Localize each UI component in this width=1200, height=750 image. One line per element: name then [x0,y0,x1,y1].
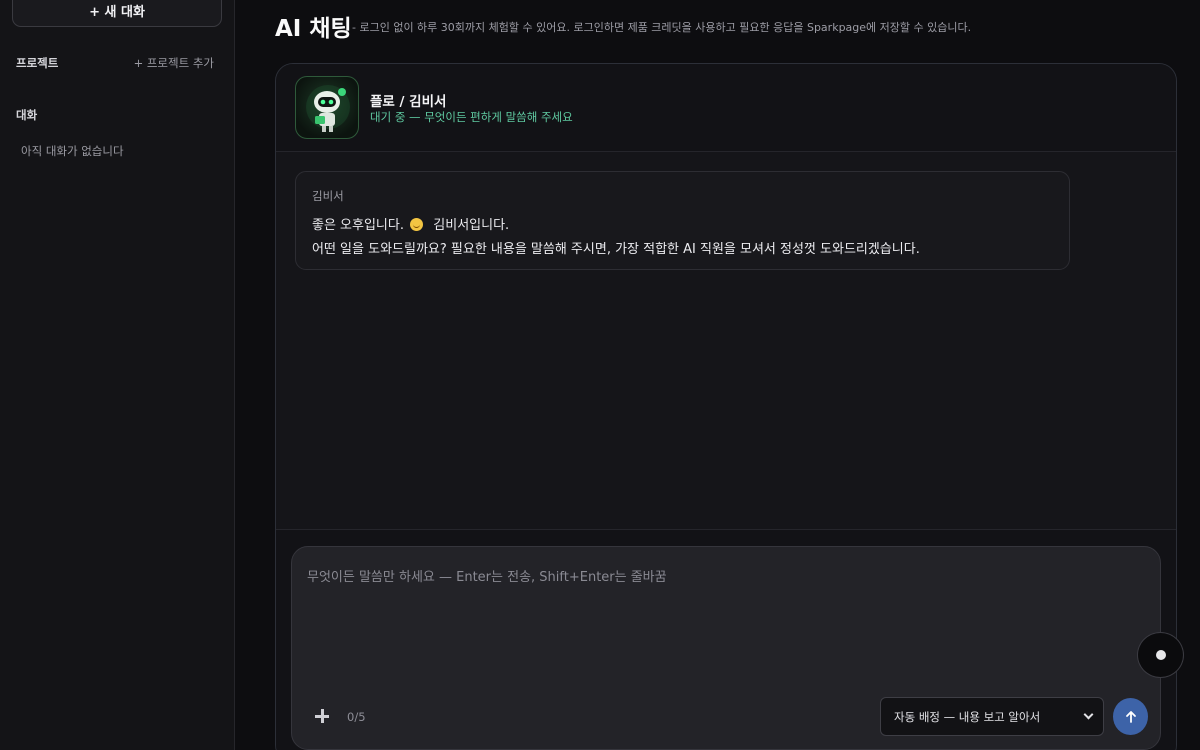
page-title: AI 채팅 [275,16,352,42]
message-input[interactable] [307,566,1137,666]
chat-panel: 플로 / 김비서 대기 중 — 무엇이든 편하게 말씀해 주세요 김비서 좋은 … [275,63,1177,750]
send-button[interactable] [1113,698,1148,735]
agent-header: 플로 / 김비서 대기 중 — 무엇이든 편하게 말씀해 주세요 [276,64,1176,152]
attachment-counter: 0/5 [347,710,366,724]
chats-section: 대화 [16,107,214,123]
message-line-1: 좋은 오후입니다. 김비서입니다. [312,214,509,233]
message-sender: 김비서 [312,189,344,203]
chats-heading: 대화 [16,108,38,122]
composer-area: 0/5 자동 배정 — 내용 보고 알아서 [276,529,1176,750]
projects-heading: 프로젝트 [16,56,59,70]
chevron-down-icon [1083,709,1094,720]
agent-name: 플로 / 김비서 [370,94,447,110]
message-greeting: 좋은 오후입니다. [312,218,404,233]
agent-route-select[interactable]: 자동 배정 — 내용 보고 알아서 [880,697,1104,736]
record-dot-icon [1155,650,1166,660]
composer: 0/5 자동 배정 — 내용 보고 알아서 [291,546,1161,750]
assistant-message: 김비서 좋은 오후입니다. 김비서입니다. 어떤 일을 도와드릴까요? 필요한 … [295,171,1070,270]
message-intro: 김비서입니다. [433,218,510,233]
smiling-face-icon [410,218,424,231]
agent-status: 대기 중 — 무엇이든 편하게 말씀해 주세요 [370,110,573,124]
new-chat-button[interactable]: + 새 대화 [12,0,222,27]
message-list: 김비서 좋은 오후입니다. 김비서입니다. 어떤 일을 도와드릴까요? 필요한 … [276,152,1176,529]
sidebar: + 새 대화 프로젝트 + 프로젝트 추가 대화 아직 대화가 없습니다 [0,0,235,750]
add-project-button[interactable]: + 프로젝트 추가 [134,55,214,71]
message-line-2: 어떤 일을 도와드릴까요? 필요한 내용을 말씀해 주시면, 가장 적합한 AI… [312,242,920,257]
page-subtitle: - 로그인 없이 하루 30회까지 체험할 수 있어요. 로그인하면 제품 크레… [352,21,972,34]
robot-avatar-icon [295,76,359,139]
floating-action-button[interactable] [1137,632,1184,678]
empty-chats-text: 아직 대화가 없습니다 [21,144,124,158]
projects-section: 프로젝트 + 프로젝트 추가 [16,55,214,71]
route-selected-value: 자동 배정 — 내용 보고 알아서 [894,709,1041,724]
arrow-up-icon [1125,710,1136,723]
plus-icon[interactable] [314,708,330,724]
